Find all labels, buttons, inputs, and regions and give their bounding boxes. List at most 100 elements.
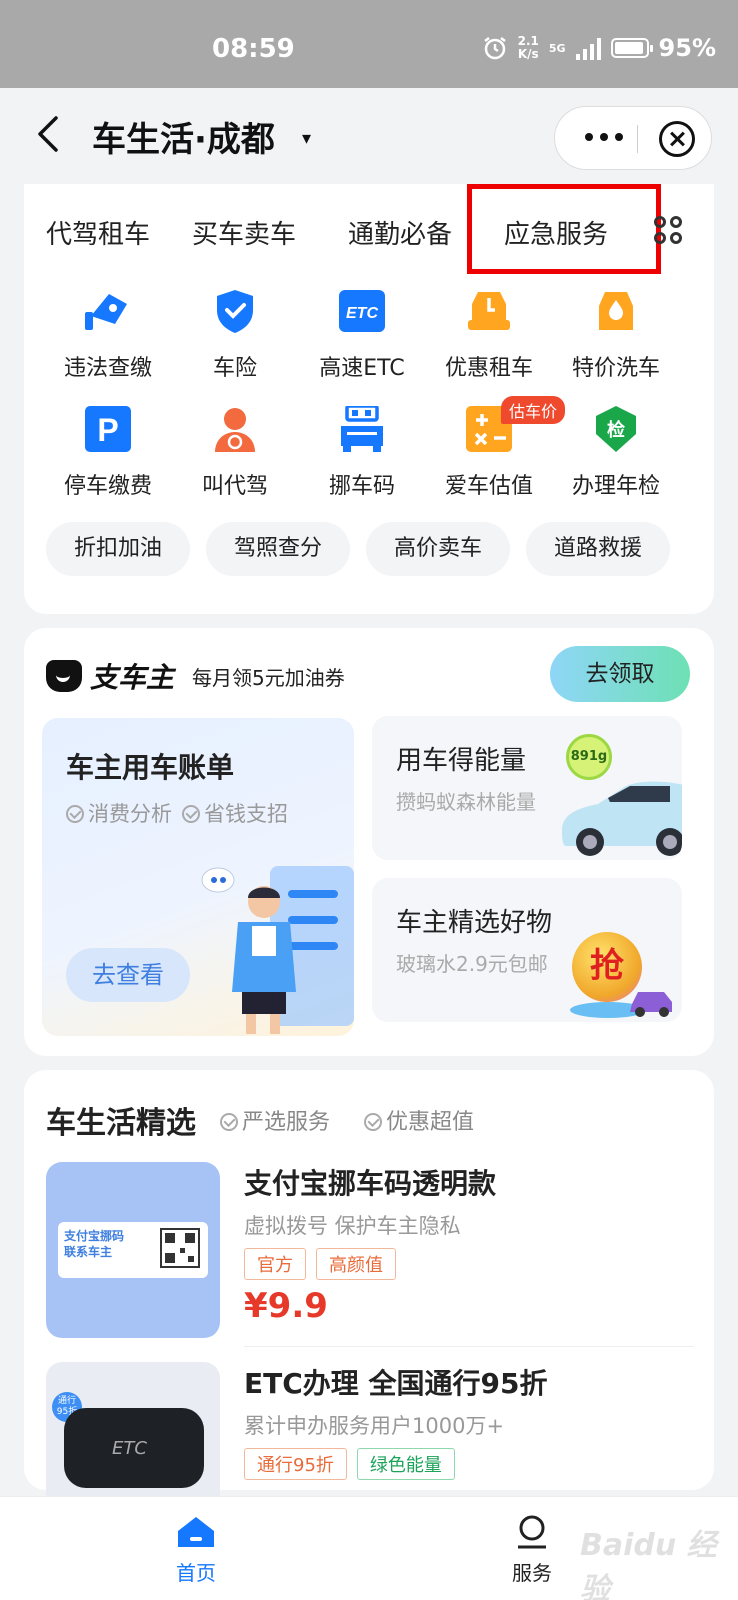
energy-subtitle: 攒蚂蚁森林能量	[396, 790, 536, 814]
check-icon	[364, 1113, 382, 1131]
pill-road-rescue[interactable]: 道路救援	[526, 522, 671, 576]
grid-label: 特价洗车	[571, 356, 660, 381]
services-card: 代驾租车 买车卖车 通勤必备 应急服务 违法查缴 车险 ETC 高速ETC 优惠…	[24, 184, 714, 614]
bill-tag-analysis: 消费分析	[66, 798, 172, 828]
camera-icon	[85, 294, 127, 330]
page-title[interactable]: 车生活·成都	[92, 112, 275, 161]
zhichezhu-logo-icon	[46, 660, 82, 692]
etc-device: ETC	[64, 1408, 204, 1488]
tab-rental[interactable]: 代驾租车	[46, 214, 150, 251]
more-icon[interactable]	[585, 133, 623, 141]
selection-tag-text: 严选服务	[242, 1110, 331, 1135]
emergency-highlight-box	[467, 184, 661, 274]
selection-card: 车生活精选 严选服务 优惠超值 支付宝挪码 联系车主 支付宝挪车码透明款 虚拟拨…	[24, 1070, 714, 1538]
zhichezhu-subtitle: 每月领5元加油券	[192, 666, 345, 690]
qr-car-icon	[341, 404, 383, 452]
product-divider	[244, 1346, 694, 1347]
sticker-card: 支付宝挪码 联系车主	[58, 1222, 208, 1278]
all-categories-icon[interactable]	[654, 216, 684, 246]
tab-home[interactable]: 首页	[156, 1515, 236, 1586]
grid-item-valuation[interactable]: 估车价 爱车估值	[425, 396, 566, 516]
grid-label: 停车缴费	[63, 474, 152, 499]
zhichezhu-logo: 支车主	[46, 656, 174, 696]
bill-tag-saving: 省钱支招	[182, 798, 288, 828]
bill-illustration	[201, 866, 354, 1034]
grid-item-etc[interactable]: ETC 高速ETC	[298, 288, 426, 398]
product-thumbnail: 支付宝挪码 联系车主	[46, 1162, 220, 1338]
product-tag: 绿色能量	[356, 1448, 455, 1480]
car-bill-tile[interactable]: 车主用车账单 消费分析 省钱支招 去查看	[42, 718, 354, 1036]
city-dropdown-caret-icon[interactable]: ▾	[302, 128, 311, 149]
sticker-text: 支付宝挪码 联系车主	[64, 1229, 125, 1259]
service-icon	[518, 1515, 546, 1549]
grid-item-move-car-code[interactable]: 挪车码	[298, 404, 426, 516]
status-bar: 08:59 2.1 K/s 5G 95%	[0, 0, 738, 88]
selection-tag-text: 优惠超值	[386, 1110, 475, 1135]
alarm-icon	[483, 37, 506, 60]
close-icon[interactable]	[659, 121, 695, 157]
product-item[interactable]: 支付宝挪码 联系车主 支付宝挪车码透明款 虚拟拨号 保护车主隐私 官方 高颜值 …	[46, 1162, 696, 1342]
network-speed: 2.1 K/s	[518, 35, 539, 61]
tab-service-label: 服务	[512, 1561, 552, 1585]
goods-tile[interactable]: 车主精选好物 玻璃水2.9元包邮 抢	[372, 878, 682, 1022]
grid-item-insurance[interactable]: 车险	[171, 288, 299, 398]
status-right: 2.1 K/s 5G 95%	[482, 34, 716, 62]
grid-label: 挪车码	[328, 474, 395, 499]
product-tag: 通行95折	[244, 1448, 347, 1480]
back-arrow-icon[interactable]	[30, 114, 70, 154]
home-icon	[178, 1517, 214, 1547]
product-price: ¥9.9	[244, 1286, 328, 1326]
grid-item-violation[interactable]: 违法查缴	[44, 288, 172, 398]
grid-label: 优惠租车	[444, 356, 533, 381]
product-subtitle: 累计申办服务用户1000万+	[244, 1414, 505, 1438]
bill-tag-text: 省钱支招	[204, 802, 288, 826]
product-title: ETC办理 全国通行95折	[244, 1367, 548, 1400]
view-bill-button[interactable]: 去查看	[66, 948, 190, 1002]
car-wash-icon	[599, 292, 633, 330]
pill-discount-fuel[interactable]: 折扣加油	[46, 522, 191, 576]
driver-icon	[215, 408, 255, 452]
speed-value: 2.1	[517, 34, 539, 48]
selection-tag-value: 优惠超值	[364, 1104, 474, 1136]
pill-sell-car[interactable]: 高价卖车	[366, 522, 511, 576]
battery-icon	[610, 38, 653, 58]
grid-label: 车险	[212, 356, 257, 381]
energy-title: 用车得能量	[396, 746, 527, 776]
svg-text:P: P	[97, 412, 118, 448]
capsule-divider	[637, 125, 638, 153]
svg-text:ETC: ETC	[346, 305, 378, 322]
goods-subtitle: 玻璃水2.9元包邮	[396, 952, 548, 976]
grid-label: 高速ETC	[319, 356, 405, 381]
bill-tags: 消费分析 省钱支招	[66, 798, 288, 828]
grid-label: 违法查缴	[63, 356, 152, 381]
grid-item-driver[interactable]: 叫代驾	[171, 406, 299, 516]
energy-tile[interactable]: 用车得能量 攒蚂蚁森林能量 891g	[372, 716, 682, 860]
check-icon	[182, 805, 200, 823]
platform-car-illustration	[570, 992, 672, 1018]
grid-label: 爱车估值	[444, 474, 533, 499]
header: 车生活·成都 ▾	[0, 88, 738, 188]
qr-code-icon	[160, 1228, 200, 1268]
car-illustration	[562, 781, 682, 856]
grid-item-parking[interactable]: P 停车缴费	[44, 406, 172, 516]
selection-tag-strict: 严选服务	[220, 1104, 330, 1136]
product-tags: 通行95折 绿色能量	[244, 1448, 455, 1480]
grid-item-carwash[interactable]: 特价洗车	[552, 288, 680, 398]
car-key-icon	[468, 292, 510, 330]
inspection-icon-text: 检	[607, 419, 625, 441]
speed-unit: K/s	[517, 47, 539, 61]
inspection-icon: 检	[596, 406, 636, 452]
claim-button[interactable]: 去领取	[550, 646, 690, 702]
grid-item-inspection[interactable]: 检 办理年检	[552, 406, 680, 516]
tab-service[interactable]: 服务	[492, 1515, 572, 1586]
selection-title: 车生活精选	[46, 1106, 196, 1141]
tab-buy-sell[interactable]: 买车卖车	[192, 214, 296, 251]
product-tag: 高颜值	[316, 1248, 396, 1280]
zhichezhu-logo-text: 支车主	[90, 661, 175, 694]
product-tags: 官方 高颜值	[244, 1248, 396, 1280]
goods-title: 车主精选好物	[396, 908, 553, 938]
grid-item-rental[interactable]: 优惠租车	[425, 288, 553, 398]
tab-commute[interactable]: 通勤必备	[348, 214, 452, 251]
grid-label: 叫代驾	[201, 474, 268, 499]
pill-license-points[interactable]: 驾照查分	[206, 522, 351, 576]
